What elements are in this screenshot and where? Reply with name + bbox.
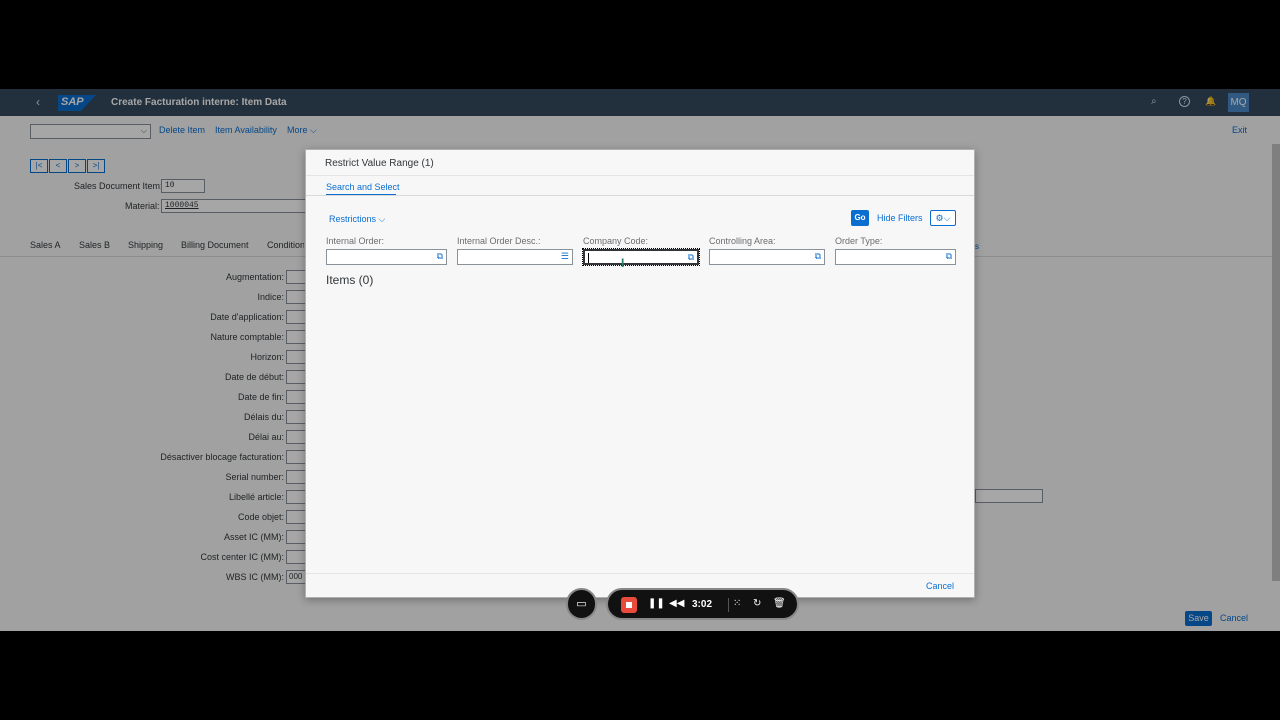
text-cursor (588, 253, 589, 263)
dialog-footer-divider (306, 573, 974, 574)
controlling-area-label: Controlling Area: (709, 236, 776, 246)
list-icon[interactable]: ☰ (561, 251, 569, 262)
recording-controls: ❚❚ ◀◀ 3:02 ⁙ ↻ 🗑 (606, 588, 799, 620)
mouse-cursor-icon: I (621, 256, 625, 270)
restrictions-label: Restrictions (329, 214, 377, 224)
company-code-input[interactable]: ⧉ (582, 248, 700, 266)
tab-search-and-select[interactable]: Search and Select (326, 182, 400, 192)
recording-time: 3:02 (692, 599, 713, 610)
dialog-title: Restrict Value Range (1) (325, 158, 434, 169)
pause-icon[interactable]: ❚❚ (648, 598, 665, 609)
grid-icon[interactable]: ⁙ (733, 598, 741, 609)
tab-divider (306, 195, 974, 196)
chevron-down-icon: ⌵ (943, 213, 951, 223)
internal-order-input[interactable]: ⧉ (326, 249, 447, 265)
rewind-icon[interactable]: ◀◀ (669, 598, 684, 609)
value-help-icon[interactable]: ⧉ (946, 251, 952, 262)
controlling-area-input[interactable]: ⧉ (709, 249, 825, 265)
restrictions-toggle[interactable]: Restrictions ⌵ (329, 214, 385, 225)
divider (728, 598, 729, 612)
dialog-cancel-button[interactable]: Cancel (926, 581, 954, 591)
internal-order-label: Internal Order: (326, 236, 385, 246)
restrict-value-range-dialog: Restrict Value Range (1) Search and Sele… (305, 149, 975, 598)
trash-icon[interactable]: 🗑 (773, 598, 786, 609)
dialog-divider (306, 175, 974, 176)
order-type-input[interactable]: ⧉ (835, 249, 956, 265)
chevron-down-icon: ⌵ (378, 214, 386, 224)
go-button[interactable]: Go (851, 210, 869, 226)
sap-window: ‹ SAP Create Facturation interne: Item D… (0, 89, 1280, 631)
value-help-icon[interactable]: ⧉ (437, 251, 443, 262)
company-code-label: Company Code: (583, 236, 649, 246)
stop-recording-button[interactable] (621, 597, 637, 613)
restart-icon[interactable]: ↻ (753, 598, 761, 609)
internal-order-desc-label: Internal Order Desc.: (457, 236, 541, 246)
camera-icon[interactable]: ▭ (566, 588, 597, 620)
order-type-label: Order Type: (835, 236, 883, 246)
internal-order-desc-input[interactable]: ☰ (457, 249, 573, 265)
items-title: Items (0) (326, 273, 374, 287)
settings-button[interactable]: ⚙⌵ (930, 210, 956, 226)
hide-filters-button[interactable]: Hide Filters (877, 213, 923, 223)
value-help-icon[interactable]: ⧉ (688, 252, 694, 263)
value-help-icon[interactable]: ⧉ (815, 251, 821, 262)
gear-icon: ⚙ (935, 213, 944, 223)
